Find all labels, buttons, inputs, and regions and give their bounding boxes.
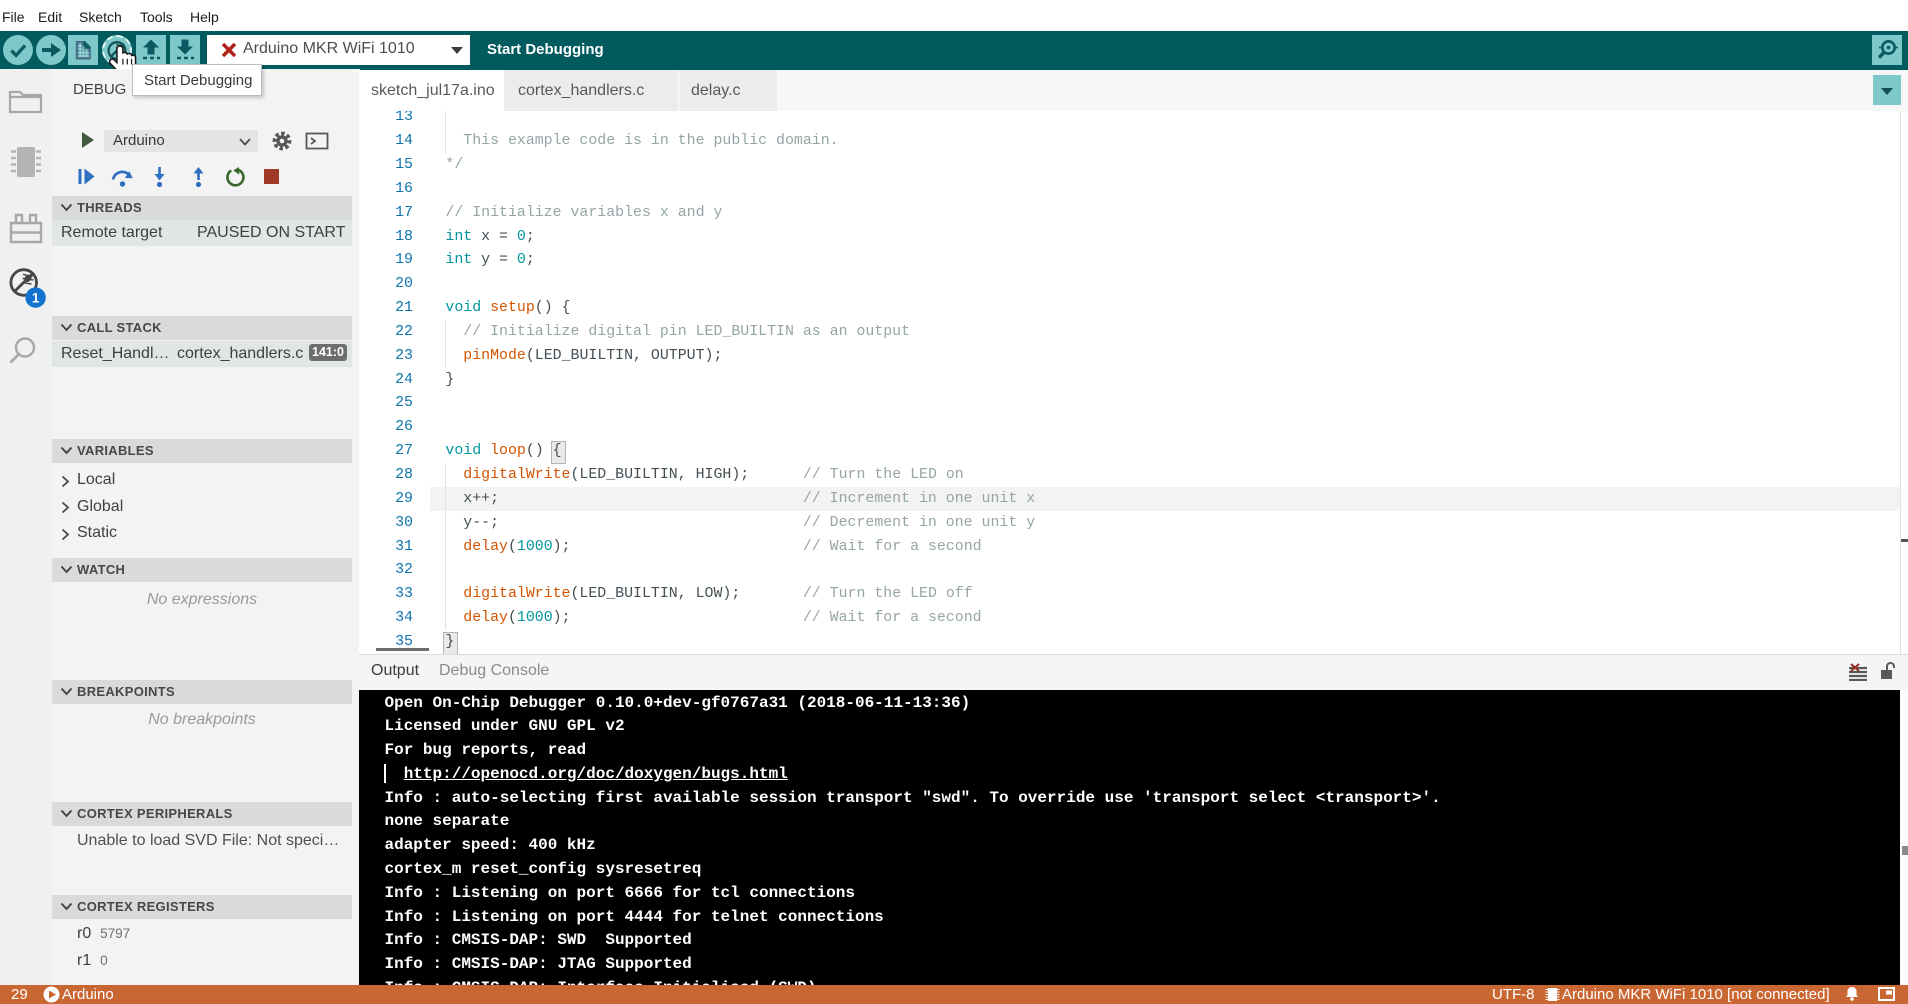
svg-text:1: 1 bbox=[32, 290, 40, 305]
